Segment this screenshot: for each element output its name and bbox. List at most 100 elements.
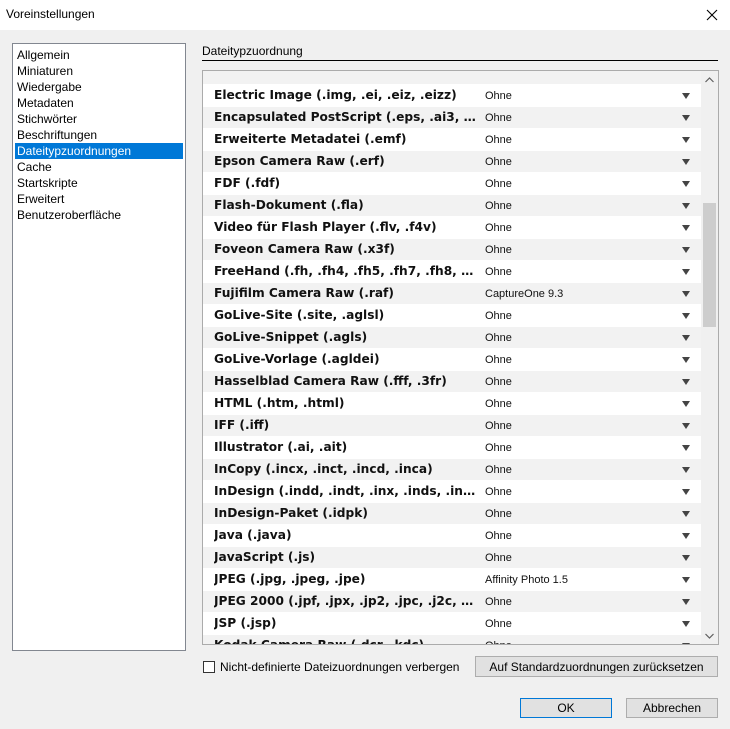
file-type-name: Hasselblad Camera Raw (.fff, .3fr): [214, 374, 447, 388]
dropdown-arrow-icon: [682, 269, 690, 275]
application-select[interactable]: Ohne: [480, 481, 698, 502]
application-select[interactable]: Ohne: [480, 591, 698, 612]
application-select-value: Ohne: [485, 222, 512, 234]
application-select-value: Ohne: [485, 266, 512, 278]
application-select[interactable]: CaptureOne 9.3: [480, 283, 698, 304]
file-type-name: FDF (.fdf): [214, 176, 281, 190]
table-row: FreeHand (.fh, .fh4, .fh5, .fh7, .fh8, .…: [203, 261, 701, 283]
application-select[interactable]: Ohne: [480, 525, 698, 546]
dropdown-arrow-icon: [682, 533, 690, 539]
application-select-value: Ohne: [485, 332, 512, 344]
table-row: JSP (.jsp) Ohne: [203, 613, 701, 635]
table-row: Flash-Dokument (.fla) Ohne: [203, 195, 701, 217]
table-row: InCopy (.incx, .inct, .incd, .inca) Ohne: [203, 459, 701, 481]
application-select[interactable]: Ohne: [480, 129, 698, 150]
application-select[interactable]: Ohne: [480, 349, 698, 370]
application-select[interactable]: Affinity Photo 1.5: [480, 569, 698, 590]
hide-undefined-label: Nicht-definierte Dateizuordnungen verber…: [220, 660, 460, 674]
table-row: Epson Camera Raw (.erf) Ohne: [203, 151, 701, 173]
application-select-value: Ohne: [485, 442, 512, 454]
sidebar-item-metadaten[interactable]: Metadaten: [15, 95, 183, 111]
hide-undefined-option[interactable]: Nicht-definierte Dateizuordnungen verber…: [203, 659, 459, 675]
scroll-thumb[interactable]: [703, 203, 716, 327]
application-select[interactable]: Ohne: [480, 239, 698, 260]
application-select[interactable]: Ohne: [480, 305, 698, 326]
application-select-value: Ohne: [485, 244, 512, 256]
application-select-value: CaptureOne 9.3: [485, 288, 564, 300]
dropdown-arrow-icon: [682, 335, 690, 341]
sidebar-item-cache[interactable]: Cache: [15, 159, 183, 175]
file-type-name: Video für Flash Player (.flv, .f4v): [214, 220, 437, 234]
table-row: Hasselblad Camera Raw (.fff, .3fr) Ohne: [203, 371, 701, 393]
file-type-name: Illustrator (.ai, .ait): [214, 440, 348, 454]
application-select-value: Ohne: [485, 310, 512, 322]
file-type-name: FreeHand (.fh, .fh4, .fh5, .fh7, .fh8, .…: [214, 264, 476, 278]
title-bar: Voreinstellungen: [0, 0, 730, 30]
application-select[interactable]: Ohne: [480, 503, 698, 524]
table-row: Illustrator (.ai, .ait) Ohne: [203, 437, 701, 459]
preferences-category-list[interactable]: Allgemein Miniaturen Wiedergabe Metadaten St…: [12, 43, 186, 651]
application-select[interactable]: Ohne: [480, 635, 698, 644]
dropdown-arrow-icon: [682, 225, 690, 231]
application-select[interactable]: Ohne: [480, 437, 698, 458]
chevron-up-icon: [705, 76, 714, 82]
application-select-value: Ohne: [485, 508, 512, 520]
file-type-name: JPEG (.jpg, .jpeg, .jpe): [214, 572, 366, 586]
application-select[interactable]: Ohne: [480, 85, 698, 106]
application-select-value: Ohne: [485, 420, 512, 432]
table-row: HTML (.htm, .html) Ohne: [203, 393, 701, 415]
application-select[interactable]: Ohne: [480, 459, 698, 480]
application-select[interactable]: Ohne: [480, 261, 698, 282]
sidebar-item-beschriftungen[interactable]: Beschriftungen: [15, 127, 183, 143]
sidebar-item-stichwörter[interactable]: Stichwörter: [15, 111, 183, 127]
application-select[interactable]: Ohne: [480, 217, 698, 238]
dropdown-arrow-icon: [682, 555, 690, 561]
vertical-scrollbar[interactable]: [701, 71, 718, 644]
dropdown-arrow-icon: [682, 203, 690, 209]
sidebar-item-allgemein[interactable]: Allgemein: [15, 47, 183, 63]
scroll-down-button[interactable]: [701, 627, 718, 644]
reset-defaults-button[interactable]: Auf Standardzuordnungen zurücksetzen: [475, 656, 718, 677]
sidebar-item-benutzeroberfläche[interactable]: Benutzeroberfläche: [15, 207, 183, 223]
file-type-association-list[interactable]: Electric Image (.img, .ei, .eiz, .eizz) O…: [202, 70, 719, 645]
ok-button[interactable]: OK: [520, 698, 612, 718]
application-select-value: Ohne: [485, 90, 512, 102]
dropdown-arrow-icon: [682, 423, 690, 429]
application-select[interactable]: Ohne: [480, 327, 698, 348]
table-row: GoLive-Site (.site, .aglsl) Ohne: [203, 305, 701, 327]
window-title: Voreinstellungen: [6, 7, 95, 21]
table-row: GoLive-Vorlage (.agldei) Ohne: [203, 349, 701, 371]
application-select[interactable]: Ohne: [480, 371, 698, 392]
file-type-name: Kodak Camera Raw (.dcr, .kdc): [214, 638, 476, 644]
sidebar-item-wiedergabe[interactable]: Wiedergabe: [15, 79, 183, 95]
application-select[interactable]: Ohne: [480, 151, 698, 172]
cancel-button[interactable]: Abbrechen: [626, 698, 718, 718]
application-select[interactable]: Ohne: [480, 415, 698, 436]
application-select[interactable]: Ohne: [480, 195, 698, 216]
table-row: FDF (.fdf) Ohne: [203, 173, 701, 195]
application-select[interactable]: Ohne: [480, 613, 698, 634]
dropdown-arrow-icon: [682, 357, 690, 363]
section-divider: [202, 60, 718, 61]
table-row: JPEG (.jpg, .jpeg, .jpe) Affinity Photo 1…: [203, 569, 701, 591]
close-icon: [706, 9, 718, 21]
sidebar-item-miniaturen[interactable]: Miniaturen: [15, 63, 183, 79]
sidebar-item-erweitert[interactable]: Erweitert: [15, 191, 183, 207]
sidebar-item-dateitypzuordnungen[interactable]: Dateitypzuordnungen: [15, 143, 183, 159]
scroll-up-button[interactable]: [701, 71, 718, 88]
table-row: InDesign (.indd, .indt, .inx, .inds, .in…: [203, 481, 701, 503]
application-select[interactable]: Ohne: [480, 107, 698, 128]
application-select[interactable]: Ohne: [480, 393, 698, 414]
application-select[interactable]: Ohne: [480, 547, 698, 568]
close-button[interactable]: [694, 0, 730, 30]
application-select[interactable]: Ohne: [480, 173, 698, 194]
file-type-name: GoLive-Snippet (.agls): [214, 330, 368, 344]
file-type-name: Fujifilm Camera Raw (.raf): [214, 286, 394, 300]
dropdown-arrow-icon: [682, 313, 690, 319]
application-select-value: Ohne: [485, 200, 512, 212]
file-type-name: Flash-Dokument (.fla): [214, 198, 364, 212]
hide-undefined-checkbox[interactable]: [203, 661, 215, 673]
sidebar-item-startskripte[interactable]: Startskripte: [15, 175, 183, 191]
dropdown-arrow-icon: [682, 159, 690, 165]
dropdown-arrow-icon: [682, 181, 690, 187]
